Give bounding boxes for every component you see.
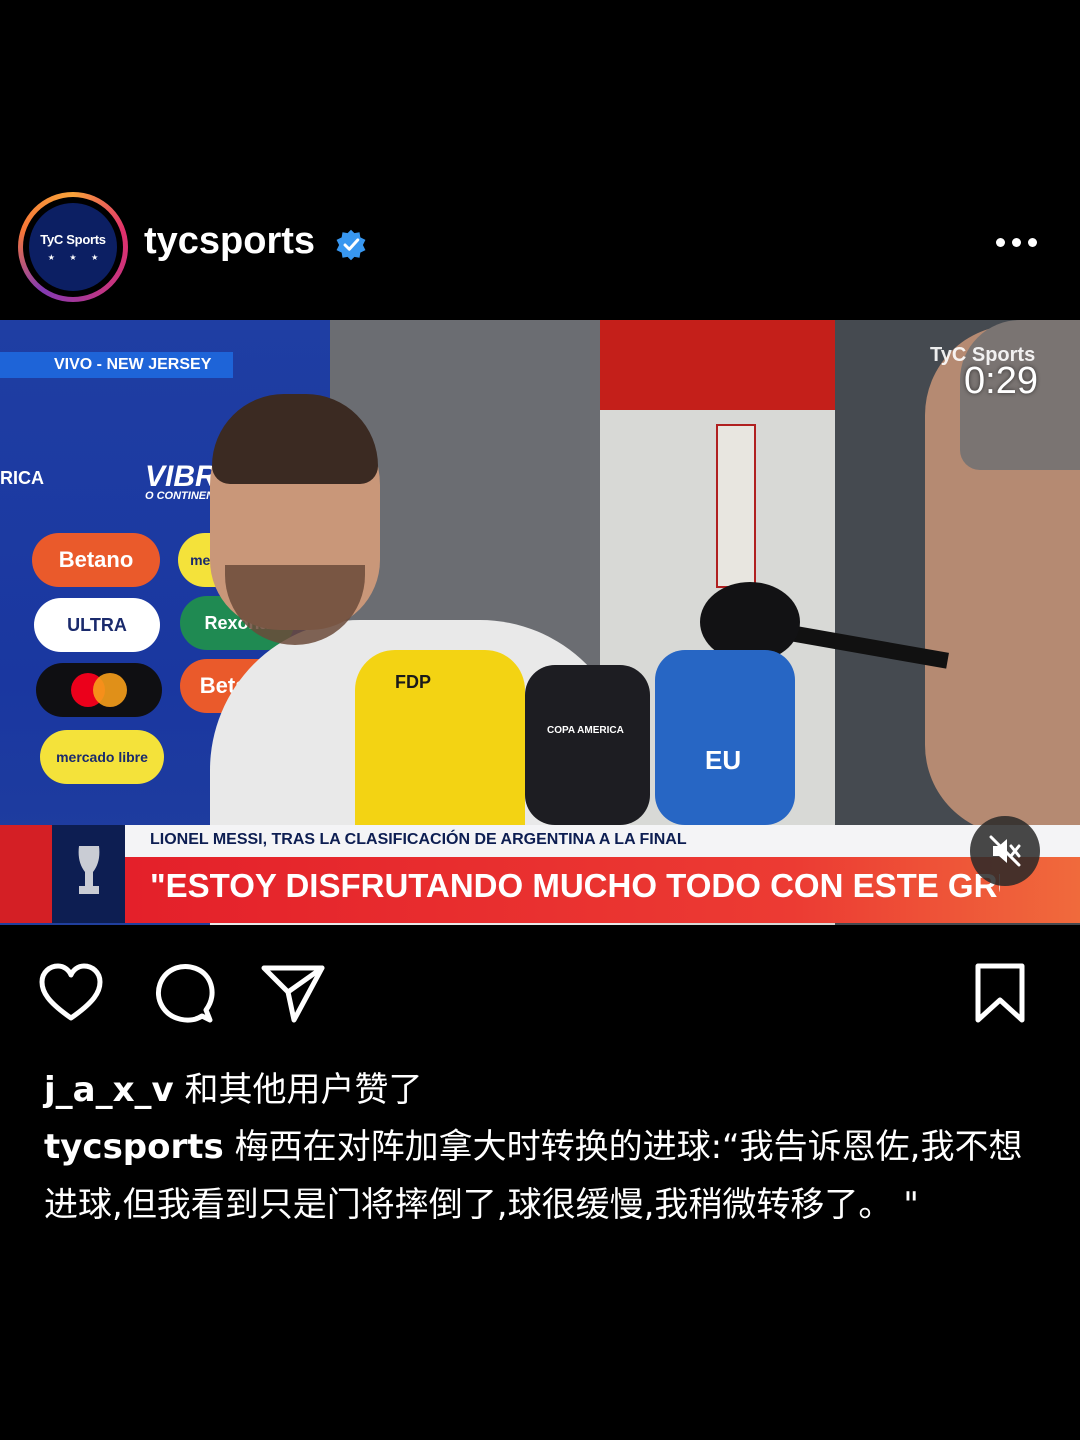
heart-icon[interactable] xyxy=(38,962,104,1024)
trophy-icon xyxy=(52,825,125,923)
mastercard-logo xyxy=(71,673,127,707)
lower-third-subtitle: LIONEL MESSI, TRAS LA CLASIFICACIÓN DE A… xyxy=(150,831,687,848)
sponsor-ultra: ULTRA xyxy=(34,598,160,652)
avatar-logo-text: TyC Sports xyxy=(40,232,106,247)
bookmark-icon[interactable] xyxy=(972,962,1028,1024)
sponsor-mastercard xyxy=(36,663,162,717)
microphone-eu: EU xyxy=(655,650,795,825)
verified-icon xyxy=(336,229,366,261)
lower-third-banner: LIONEL MESSI, TRAS LA CLASIFICACIÓN DE A… xyxy=(0,825,1080,925)
post-username[interactable]: tycsports xyxy=(144,220,315,263)
post-action-bar xyxy=(0,962,1080,1032)
share-icon[interactable] xyxy=(260,962,326,1024)
video-timer: 0:29 xyxy=(964,360,1038,402)
avatar[interactable]: TyC Sports ★ ★ ★ xyxy=(18,192,128,302)
caption-username[interactable]: tycsports xyxy=(44,1127,224,1167)
lower-third-quote: "ESTOY DISFRUTANDO MUCHO TODO CON ESTE G… xyxy=(150,867,1000,904)
avatar-stars: ★ ★ ★ xyxy=(47,253,105,262)
sponsor-text: RICA xyxy=(0,468,44,488)
comment-icon[interactable] xyxy=(150,962,216,1026)
avatar-image: TyC Sports ★ ★ ★ xyxy=(29,203,117,291)
likes-summary[interactable]: j_a_x_v 和其他用户赞了 xyxy=(44,1062,423,1111)
live-location-tag: VIVO - NEW JERSEY xyxy=(0,352,234,378)
microphone-copa-america: COPA AMERICA xyxy=(525,665,650,825)
likes-user[interactable]: j_a_x_v xyxy=(44,1070,174,1110)
post-video[interactable]: VIVO - NEW JERSEY RICA VIBRA O CONTINENT… xyxy=(0,320,1080,925)
sponsor-betano: Betano xyxy=(32,533,160,587)
sponsor-mercado-libre-2: mercado libre xyxy=(40,730,164,784)
likes-text: 和其他用户赞了 xyxy=(184,1070,423,1110)
extinguisher-sign xyxy=(716,424,756,588)
post-header: TyC Sports ★ ★ ★ tycsports xyxy=(0,188,1080,304)
post-caption: tycsports 梅西在对阵加拿大时转换的进球:“我告诉恩佐,我不想进球,但我… xyxy=(44,1118,1044,1235)
mute-icon[interactable] xyxy=(970,816,1040,886)
more-icon[interactable] xyxy=(996,232,1042,252)
microphone-yellow: FDP xyxy=(355,650,525,840)
